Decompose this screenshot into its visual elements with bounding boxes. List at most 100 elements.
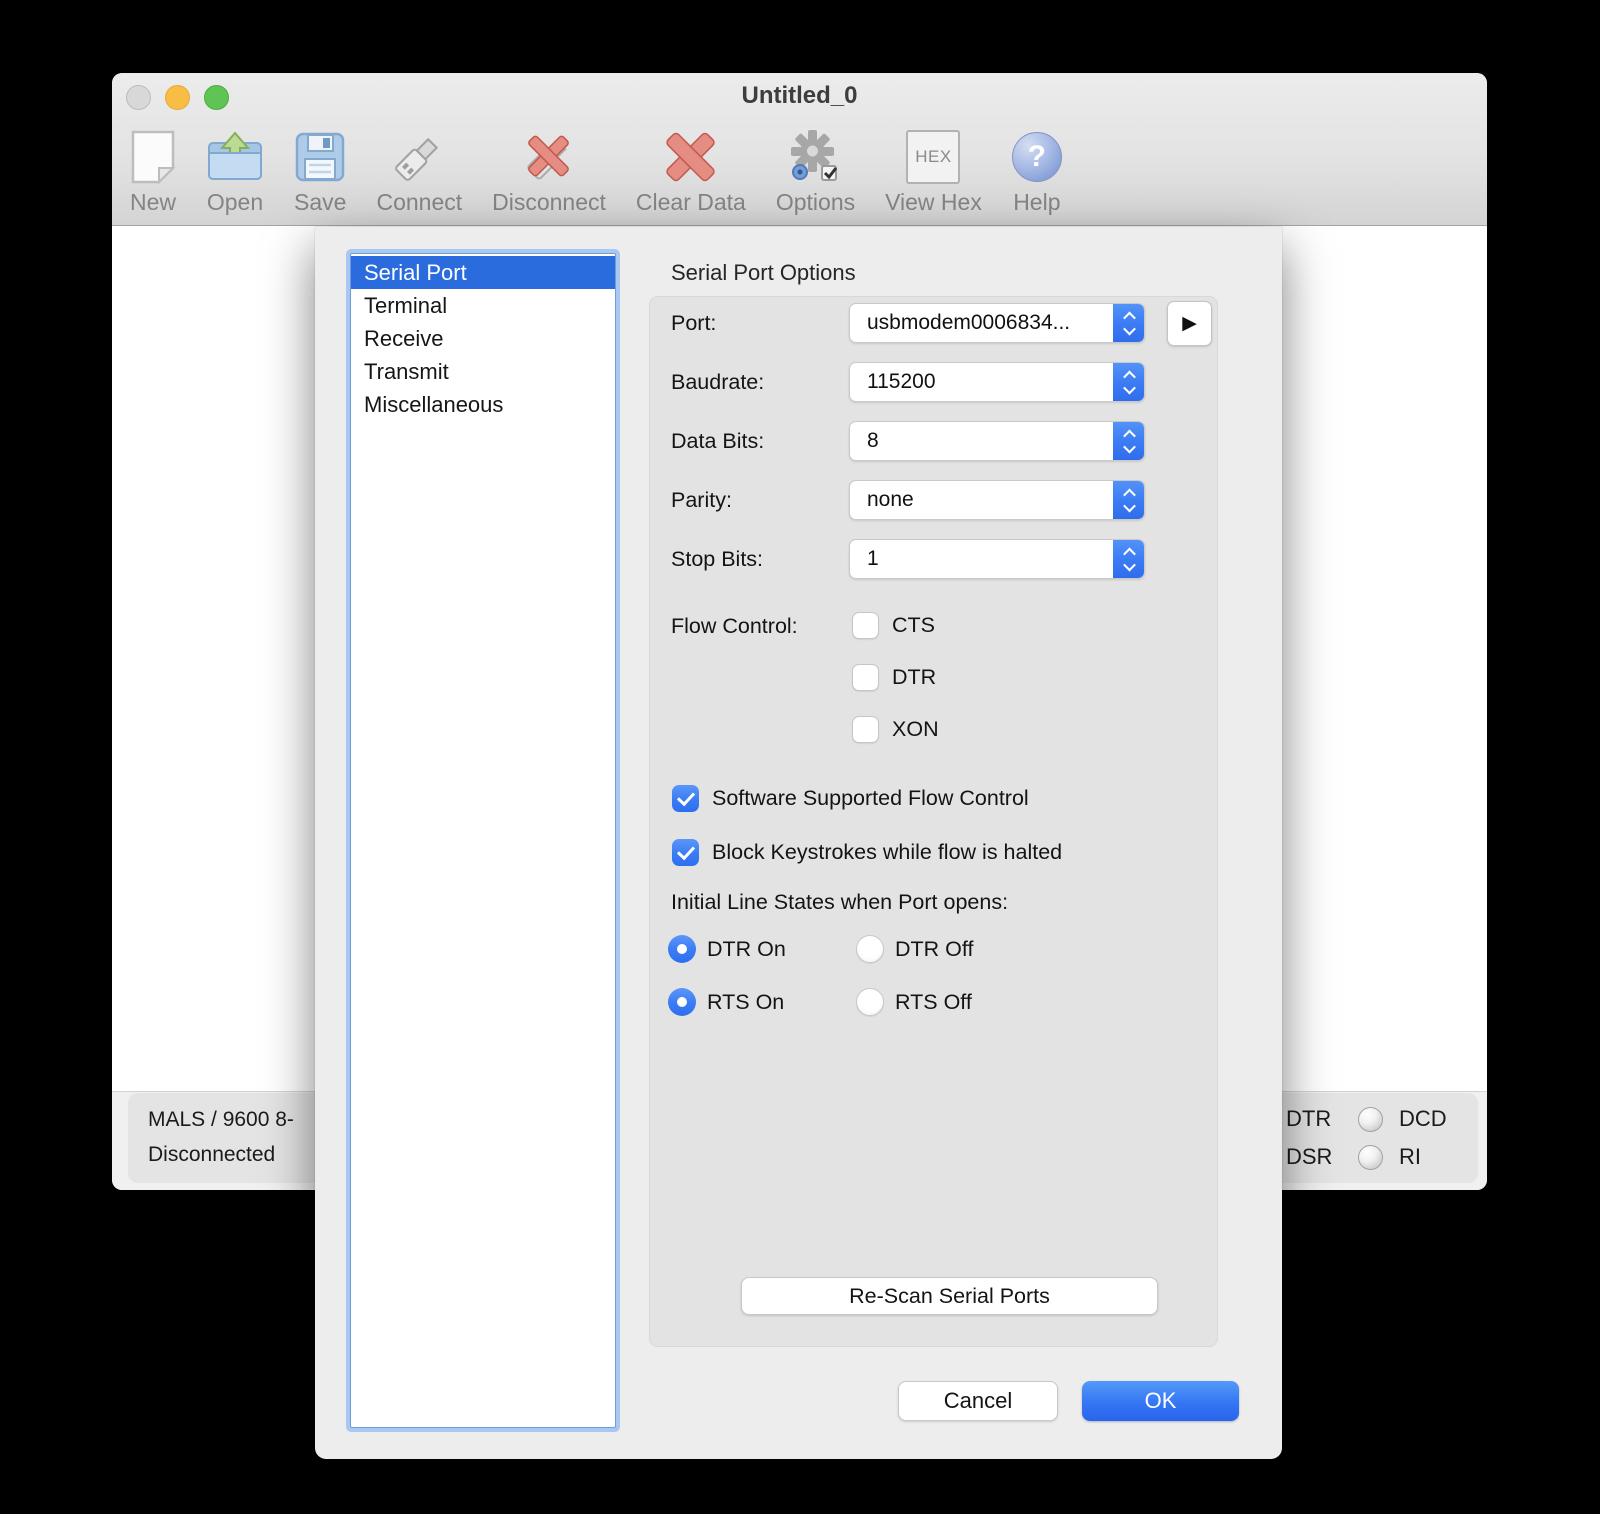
ri-led-indicator	[1358, 1144, 1383, 1170]
xon-checkbox-label: XON	[892, 717, 939, 741]
category-item-transmit[interactable]: Transmit	[351, 355, 615, 388]
parity-select[interactable]: none	[849, 480, 1145, 520]
databits-field-row: Data Bits: 8	[671, 421, 1227, 461]
block-keystrokes-label: Block Keystrokes while flow is halted	[712, 840, 1063, 864]
help-question-icon: ?	[1011, 127, 1062, 187]
line-states-heading: Initial Line States when Port opens:	[671, 890, 1009, 914]
open-folder-icon	[206, 127, 264, 187]
toolbar-view-hex-button[interactable]: HEX View Hex	[885, 127, 982, 216]
parity-value: none	[867, 488, 914, 511]
dtr-off-radio-row: DTR Off	[856, 935, 973, 963]
options-category-list: Serial Port Terminal Receive Transmit Mi…	[350, 253, 616, 1428]
hex-icon-text: HEX	[906, 130, 961, 184]
stepper-icon	[1113, 481, 1144, 519]
toolbar-label: Open	[206, 189, 264, 215]
rts-off-radio[interactable]	[856, 988, 884, 1016]
rescan-serial-ports-button[interactable]: Re-Scan Serial Ports	[741, 1277, 1158, 1315]
dtr-off-radio[interactable]	[856, 935, 884, 963]
toolbar-new-button[interactable]: New	[130, 127, 176, 216]
dcd-indicator-label: DCD	[1399, 1106, 1447, 1131]
dsr-indicator-label: DSR	[1286, 1144, 1333, 1169]
stepper-icon	[1113, 540, 1144, 578]
usb-disconnect-icon	[520, 127, 578, 187]
cts-checkbox-label: CTS	[892, 613, 935, 637]
stopbits-field-row: Stop Bits: 1	[671, 539, 1227, 579]
baudrate-label: Baudrate:	[671, 369, 765, 394]
toolbar-label: View Hex	[885, 189, 982, 215]
xon-checkbox[interactable]	[852, 716, 879, 743]
dcd-led-indicator	[1358, 1106, 1383, 1132]
cts-checkbox-row: CTS	[852, 612, 935, 639]
cts-checkbox[interactable]	[852, 612, 879, 639]
stepper-icon	[1113, 363, 1144, 401]
toolbar-label: Save	[294, 189, 347, 215]
toolbar-clear-data-button[interactable]: Clear Data	[636, 127, 746, 216]
stopbits-select[interactable]: 1	[849, 539, 1145, 579]
toolbar-label: Options	[775, 189, 856, 215]
dtr-checkbox[interactable]	[852, 664, 879, 691]
clear-data-x-icon	[662, 127, 720, 187]
toolbar-label: Disconnect	[492, 189, 606, 215]
window-title: Untitled_0	[741, 82, 858, 109]
databits-select[interactable]: 8	[849, 421, 1145, 461]
dtr-on-label: DTR On	[707, 936, 786, 961]
ok-button[interactable]: OK	[1082, 1381, 1239, 1421]
stopbits-value: 1	[867, 547, 879, 570]
toolbar-help-button[interactable]: ? Help	[1011, 127, 1062, 216]
dtr-on-radio-row: DTR On	[668, 935, 786, 963]
parity-label: Parity:	[671, 487, 732, 512]
category-item-miscellaneous[interactable]: Miscellaneous	[351, 388, 615, 421]
cancel-button[interactable]: Cancel	[898, 1381, 1058, 1421]
port-value: usbmodem0006834...	[867, 311, 1071, 334]
databits-label: Data Bits:	[671, 428, 765, 453]
ri-indicator-label: RI	[1399, 1144, 1421, 1169]
window-header: Untitled_0 New Open Save Connect Disconn…	[112, 73, 1487, 226]
dtr-off-label: DTR Off	[895, 936, 974, 961]
flow-control-label: Flow Control:	[671, 614, 798, 638]
usb-connect-icon	[390, 127, 448, 187]
panel-heading: Serial Port Options	[671, 260, 856, 285]
dtr-on-radio[interactable]	[668, 935, 696, 963]
toolbar-options-button[interactable]: Options	[776, 127, 855, 216]
category-item-serial-port[interactable]: Serial Port	[351, 256, 615, 289]
help-icon-glyph: ?	[1011, 132, 1062, 182]
block-keystrokes-checkbox[interactable]	[672, 839, 699, 866]
baudrate-field-row: Baudrate: 115200	[671, 362, 1227, 402]
hex-icon: HEX	[906, 127, 961, 187]
options-gears-icon	[786, 127, 844, 187]
toolbar: New Open Save Connect Disconnect Clear D…	[130, 127, 1062, 216]
dtr-checkbox-row: DTR	[852, 664, 936, 691]
port-detail-button[interactable]: ▶	[1167, 301, 1212, 346]
software-flow-checkbox[interactable]	[672, 785, 699, 812]
toolbar-open-button[interactable]: Open	[206, 127, 264, 216]
stepper-icon	[1113, 304, 1144, 342]
block-keystrokes-row: Block Keystrokes while flow is halted	[672, 839, 1062, 866]
toolbar-save-button[interactable]: Save	[294, 127, 346, 216]
baudrate-select[interactable]: 115200	[849, 362, 1145, 402]
software-flow-label: Software Supported Flow Control	[712, 786, 1029, 810]
toolbar-label: Help	[1013, 189, 1061, 215]
stopbits-label: Stop Bits:	[671, 546, 764, 571]
options-dialog: Serial Port Terminal Receive Transmit Mi…	[315, 227, 1282, 1459]
rts-off-label: RTS Off	[895, 989, 972, 1014]
new-document-icon	[131, 127, 175, 187]
port-select[interactable]: usbmodem0006834...	[849, 303, 1145, 343]
dtr-checkbox-label: DTR	[892, 665, 937, 689]
toolbar-disconnect-button[interactable]: Disconnect	[492, 127, 606, 216]
toolbar-label: Clear Data	[635, 189, 746, 215]
software-flow-row: Software Supported Flow Control	[672, 785, 1029, 812]
category-item-terminal[interactable]: Terminal	[351, 289, 615, 322]
xon-checkbox-row: XON	[852, 716, 939, 743]
rts-on-label: RTS On	[707, 989, 785, 1014]
parity-field-row: Parity: none	[671, 480, 1227, 520]
port-field-row: Port: usbmodem0006834...	[671, 303, 1227, 343]
toolbar-connect-button[interactable]: Connect	[376, 127, 462, 216]
dtr-indicator-label: DTR	[1286, 1106, 1332, 1131]
rts-off-radio-row: RTS Off	[856, 988, 972, 1016]
toolbar-label: Connect	[376, 189, 463, 215]
save-floppy-icon	[295, 127, 345, 187]
rts-on-radio-row: RTS On	[668, 988, 784, 1016]
category-item-receive[interactable]: Receive	[351, 322, 615, 355]
rts-on-radio[interactable]	[668, 988, 696, 1016]
port-label: Port:	[671, 310, 717, 335]
